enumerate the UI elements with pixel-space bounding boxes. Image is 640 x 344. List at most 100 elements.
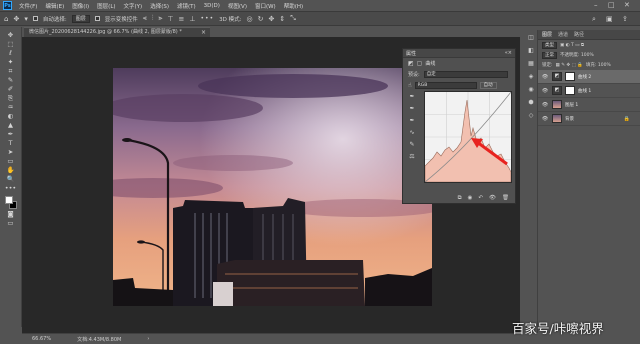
smooth-curve-icon[interactable]: ⚖ [409, 153, 414, 160]
clone-stamp-tool-icon[interactable]: ♒ [2, 103, 20, 112]
eye-icon[interactable]: 👁 [541, 116, 549, 122]
more-tools-icon[interactable]: ••• [2, 184, 20, 193]
channel-dropdown[interactable]: RGB [414, 82, 477, 89]
move-tool-icon[interactable]: ✥ [13, 15, 19, 23]
path-select-tool-icon[interactable]: ➤ [2, 148, 20, 157]
align-bottom-icon[interactable]: ⊥ [189, 15, 195, 23]
menu-3d[interactable]: 3D(D) [200, 3, 224, 9]
eye-icon[interactable]: 👁 [541, 102, 549, 108]
move-tool-icon[interactable]: ✥ [2, 31, 20, 40]
layer-row[interactable]: 👁 背景 🔒 [538, 112, 640, 126]
black-point-eyedropper-icon[interactable]: ✒ [409, 93, 414, 100]
more-options-button[interactable]: ••• [200, 15, 214, 22]
transform-controls-checkbox[interactable] [94, 16, 100, 21]
layer-mask-thumbnail[interactable] [565, 72, 575, 81]
filter-icons[interactable]: ▣ ◐ T ▭ ⧉ [560, 42, 584, 48]
healing-brush-tool-icon[interactable]: ✐ [2, 85, 20, 94]
eye-icon[interactable]: 👁 [541, 74, 549, 80]
layer-mask-thumbnail[interactable] [565, 86, 575, 95]
align-top-icon[interactable]: ⊤ [167, 15, 173, 23]
crop-tool-icon[interactable]: ⌗ [2, 67, 20, 76]
delete-icon[interactable]: 🗑 [502, 195, 509, 201]
document-tab[interactable]: 微信图片_20200628144226.jpg @ 66.7% (曲线 2, 图… [24, 27, 210, 37]
align-right-icon[interactable]: ⫸ [158, 14, 162, 23]
home-icon[interactable]: ⌂ [4, 15, 8, 23]
menu-layer[interactable]: 图层(L) [93, 2, 119, 10]
tab-paths[interactable]: 路径 [574, 31, 584, 38]
3d-pan-icon[interactable]: ✥ [268, 15, 274, 23]
document-image[interactable] [113, 68, 432, 306]
blend-mode-dropdown[interactable]: 正常 [542, 51, 557, 59]
zoom-tool-icon[interactable]: 🔍 [2, 175, 20, 184]
dodge-tool-icon[interactable]: ◐ [2, 112, 20, 121]
chevron-down-icon[interactable]: ▾ [24, 15, 28, 23]
white-point-eyedropper-icon[interactable]: ✒ [409, 117, 414, 124]
align-center-icon[interactable]: ⫶ [152, 14, 154, 23]
menu-image[interactable]: 图像(I) [68, 2, 93, 10]
hand-tool-icon[interactable]: ✋ [2, 166, 20, 175]
3d-orbit-icon[interactable]: ◎ [246, 15, 252, 23]
layer-row[interactable]: 👁 ◩ 曲线 1 [538, 84, 640, 98]
auto-select-dropdown[interactable]: 图层 [71, 14, 90, 23]
curves-histogram-graph[interactable] [424, 91, 512, 183]
menu-filter[interactable]: 滤镜(T) [173, 2, 200, 10]
gray-point-eyedropper-icon[interactable]: ✒ [409, 105, 414, 112]
styles-panel-icon[interactable]: ◇ [529, 112, 534, 120]
fill-field[interactable]: 填充: 100% [586, 62, 611, 68]
menu-select[interactable]: 选择(S) [146, 2, 173, 10]
search-icon[interactable]: ⌕ [592, 15, 596, 24]
close-window-button[interactable]: ✕ [624, 1, 630, 9]
color-swatches[interactable] [3, 196, 19, 210]
properties-close-button[interactable]: «× [505, 50, 512, 56]
gradient-tool-icon[interactable]: ▲ [2, 121, 20, 130]
foreground-color-swatch[interactable] [4, 196, 13, 204]
curve-pencil-tool-icon[interactable]: ✎ [409, 141, 414, 148]
3d-roll-icon[interactable]: ↻ [258, 15, 264, 23]
menu-view[interactable]: 视图(V) [224, 2, 251, 10]
lasso-tool-icon[interactable]: ℓ [2, 49, 20, 58]
quick-select-tool-icon[interactable]: ✦ [2, 58, 20, 67]
auto-select-checkbox[interactable] [32, 16, 38, 21]
reset-icon[interactable]: ↶ [478, 195, 483, 201]
properties-panel-header[interactable]: 属性 «× [403, 49, 515, 58]
align-left-icon[interactable]: ⫷ [143, 14, 147, 23]
color-panel-icon[interactable]: ◧ [528, 47, 534, 55]
tab-layers[interactable]: 图层 [542, 31, 552, 38]
properties-panel-icon[interactable]: ⬢ [528, 99, 533, 107]
eye-icon[interactable]: 👁 [541, 88, 549, 94]
curve-point-tool-icon[interactable]: ∿ [409, 129, 414, 136]
layer-kind-filter[interactable]: 类型 [542, 41, 557, 49]
clip-to-layer-icon[interactable]: ⧉ [458, 195, 462, 202]
workspace-icon[interactable]: ▣ [606, 15, 613, 23]
quick-mask-icon[interactable]: ◙ [2, 210, 20, 219]
brush-tool-icon[interactable]: ⎘ [2, 94, 20, 103]
menu-help[interactable]: 帮助(H) [280, 2, 307, 10]
opacity-field[interactable]: 不透明度: 100% [560, 52, 594, 58]
tab-channels[interactable]: 通道 [558, 31, 568, 38]
3d-scale-icon[interactable]: ⤡ [290, 14, 296, 23]
swatches-panel-icon[interactable]: ▦ [528, 60, 534, 68]
layer-row[interactable]: 👁 ◩ 曲线 2 [538, 70, 640, 84]
layer-row[interactable]: 👁 图层 1 [538, 98, 640, 112]
marquee-tool-icon[interactable]: ⬚ [2, 40, 20, 49]
menu-file[interactable]: 文件(F) [15, 2, 41, 10]
menu-window[interactable]: 窗口(W) [251, 2, 280, 10]
share-icon[interactable]: ⇪ [622, 15, 628, 23]
rectangle-tool-icon[interactable]: ▭ [2, 157, 20, 166]
preset-dropdown[interactable]: 自定 [423, 71, 508, 78]
auto-button[interactable]: 自动 [479, 82, 497, 89]
menu-type[interactable]: 文字(Y) [120, 2, 147, 10]
eyedropper-tool-icon[interactable]: ✎ [2, 76, 20, 85]
view-previous-icon[interactable]: ◉ [468, 195, 473, 201]
history-panel-icon[interactable]: ◫ [528, 34, 534, 42]
mask-icon[interactable]: ▢ [417, 60, 423, 67]
3d-slide-icon[interactable]: ⇕ [279, 15, 285, 23]
type-tool-icon[interactable]: T [2, 139, 20, 148]
menu-edit[interactable]: 编辑(E) [41, 2, 68, 10]
visibility-icon[interactable]: 👁 [489, 195, 496, 201]
lock-icons[interactable]: ▦ ✎ ✥ ⬚ 🔒 [556, 63, 583, 68]
minimize-button[interactable]: – [594, 1, 598, 9]
target-adjust-icon[interactable]: ☝ [408, 82, 412, 89]
libraries-panel-icon[interactable]: ◉ [528, 86, 533, 94]
adjustments-panel-icon[interactable]: ◈ [529, 73, 534, 81]
